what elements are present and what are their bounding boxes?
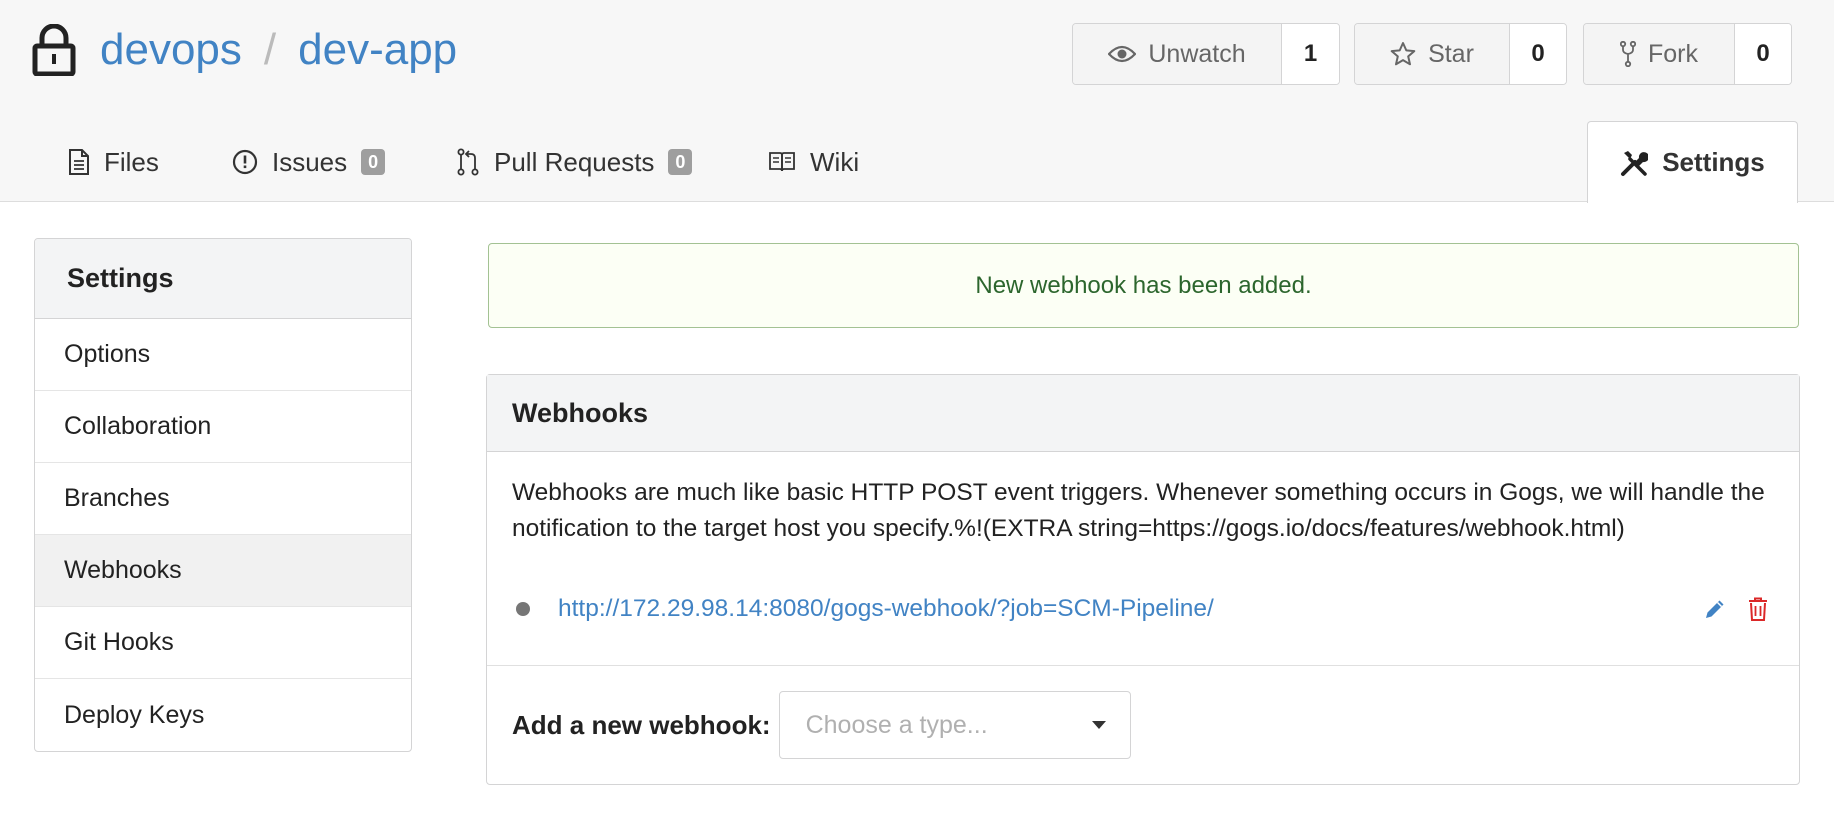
fork-icon bbox=[1620, 41, 1636, 67]
add-webhook-label: Add a new webhook: bbox=[512, 709, 771, 740]
tab-pull-requests-label: Pull Requests bbox=[494, 146, 655, 177]
unwatch-button[interactable]: Unwatch bbox=[1073, 24, 1282, 84]
webhook-status-dot bbox=[516, 602, 530, 616]
add-webhook-row: Add a new webhook: Choose a type... bbox=[512, 691, 1131, 759]
webhooks-panel-title: Webhooks bbox=[487, 375, 1799, 452]
repo-name-link[interactable]: dev-app bbox=[298, 25, 457, 75]
pull-request-icon bbox=[457, 148, 479, 176]
dropdown-caret-icon bbox=[1091, 721, 1106, 729]
webhook-type-placeholder: Choose a type... bbox=[805, 710, 988, 739]
eye-icon bbox=[1108, 45, 1137, 63]
sidebar-item-branches[interactable]: Branches bbox=[35, 463, 411, 535]
tab-files-label: Files bbox=[104, 146, 159, 177]
tab-settings-label: Settings bbox=[1662, 147, 1765, 177]
settings-sidebar: Settings Options Collaboration Branches … bbox=[34, 238, 412, 752]
watch-count[interactable]: 1 bbox=[1282, 24, 1339, 84]
sidebar-item-collaboration[interactable]: Collaboration bbox=[35, 391, 411, 463]
fork-count[interactable]: 0 bbox=[1735, 24, 1791, 84]
file-icon bbox=[69, 149, 89, 175]
tab-issues[interactable]: Issues 0 bbox=[232, 122, 386, 202]
sidebar-item-git-hooks[interactable]: Git Hooks bbox=[35, 607, 411, 679]
fork-button-group: Fork 0 bbox=[1583, 23, 1792, 85]
webhooks-description: Webhooks are much like basic HTTP POST e… bbox=[512, 479, 1765, 542]
star-button[interactable]: Star bbox=[1355, 24, 1510, 84]
edit-webhook-button[interactable] bbox=[1703, 597, 1727, 621]
sidebar-item-webhooks[interactable]: Webhooks bbox=[35, 535, 411, 607]
unwatch-label: Unwatch bbox=[1148, 39, 1246, 68]
webhook-item: http://172.29.98.14:8080/gogs-webhook/?j… bbox=[512, 589, 1769, 629]
tab-issues-label: Issues bbox=[272, 146, 348, 177]
trash-icon bbox=[1749, 597, 1767, 621]
issues-count-badge: 0 bbox=[361, 149, 386, 175]
star-button-group: Star 0 bbox=[1354, 23, 1567, 85]
watch-button-group: Unwatch 1 bbox=[1072, 23, 1340, 85]
webhook-url-link[interactable]: http://172.29.98.14:8080/gogs-webhook/?j… bbox=[558, 595, 1214, 623]
pencil-icon bbox=[1706, 600, 1724, 618]
tab-settings[interactable]: Settings bbox=[1587, 121, 1798, 203]
pulls-count-badge: 0 bbox=[668, 149, 693, 175]
star-label: Star bbox=[1428, 39, 1474, 68]
webhooks-panel: Webhooks Webhooks are much like basic HT… bbox=[486, 374, 1800, 785]
tab-pull-requests[interactable]: Pull Requests 0 bbox=[456, 122, 693, 202]
fork-label: Fork bbox=[1648, 39, 1698, 68]
delete-webhook-button[interactable] bbox=[1747, 596, 1769, 622]
repo-title: devops / dev-app bbox=[32, 24, 457, 76]
repo-header: devops / dev-app Unwatch 1 Star 0 Fork 0… bbox=[0, 0, 1834, 203]
repo-separator: / bbox=[263, 25, 277, 74]
repo-owner-link[interactable]: devops bbox=[100, 25, 242, 75]
tab-files[interactable]: Files bbox=[68, 122, 159, 202]
sidebar-item-deploy-keys[interactable]: Deploy Keys bbox=[35, 679, 411, 751]
book-icon bbox=[769, 152, 795, 172]
repo-tabs: Files Issues 0 Pull Requests 0 Wiki Sett… bbox=[0, 121, 1834, 203]
tab-wiki[interactable]: Wiki bbox=[768, 122, 859, 202]
star-count[interactable]: 0 bbox=[1510, 24, 1566, 84]
lock-icon bbox=[32, 24, 76, 76]
webhook-actions bbox=[1683, 596, 1769, 622]
tools-icon bbox=[1621, 150, 1649, 176]
issue-icon bbox=[232, 149, 258, 175]
sidebar-header: Settings bbox=[35, 239, 411, 319]
success-message: New webhook has been added. bbox=[975, 271, 1312, 299]
webhook-type-select[interactable]: Choose a type... bbox=[778, 691, 1131, 759]
sidebar-item-options[interactable]: Options bbox=[35, 319, 411, 391]
fork-button[interactable]: Fork bbox=[1584, 24, 1735, 84]
star-icon bbox=[1390, 42, 1416, 66]
tab-wiki-label: Wiki bbox=[810, 146, 860, 177]
success-alert: New webhook has been added. bbox=[488, 243, 1799, 328]
panel-divider bbox=[487, 665, 1799, 666]
